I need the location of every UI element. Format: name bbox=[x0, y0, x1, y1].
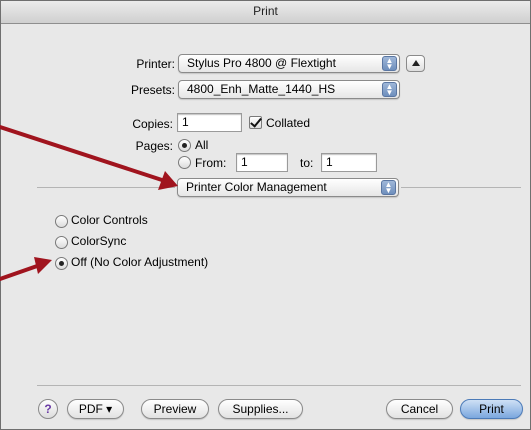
annotation-arrows bbox=[0, 125, 178, 281]
annotation-arrow-lower bbox=[0, 257, 52, 281]
annotation-arrow-upper bbox=[0, 125, 178, 190]
